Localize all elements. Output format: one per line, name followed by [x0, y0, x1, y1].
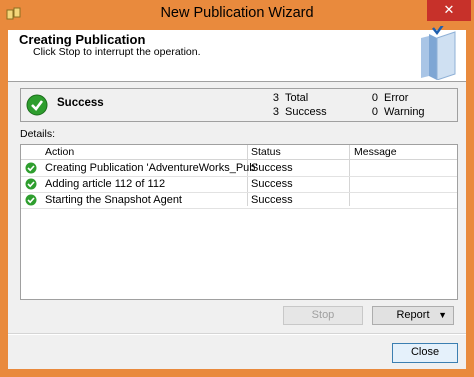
books-icon [421, 26, 456, 80]
report-button[interactable]: Report ▼ [372, 306, 454, 325]
total-label: Total [285, 92, 309, 104]
page-title: Creating Publication [19, 32, 146, 47]
close-button[interactable]: Close [392, 343, 458, 363]
error-label: Error [384, 92, 409, 104]
summary-status: Success [57, 97, 104, 109]
table-row[interactable]: Creating Publication 'AdventureWorks_Pub… [21, 160, 457, 177]
success-count: 3 [272, 106, 279, 118]
success-icon [26, 94, 48, 116]
dropdown-arrow-icon: ▼ [438, 310, 447, 320]
window-close-button[interactable]: ✕ [427, 0, 471, 21]
success-check-icon [25, 178, 37, 190]
table-row[interactable]: Starting the Snapshot Agent Success [21, 192, 457, 209]
stop-button-label: Stop [311, 309, 335, 321]
title-bar[interactable]: New Publication Wizard ✕ [0, 0, 474, 30]
client-area: Creating Publication Click Stop to inter… [8, 26, 466, 369]
wizard-header: Creating Publication Click Stop to inter… [8, 26, 466, 82]
success-label: Success [285, 106, 327, 118]
details-grid[interactable]: Action Status Message Creating Publicati… [20, 144, 458, 300]
row-action: Starting the Snapshot Agent [45, 194, 182, 206]
row-status: Success [251, 162, 293, 174]
row-action: Creating Publication 'AdventureWorks_Pub… [45, 162, 258, 174]
column-header-status[interactable]: Status [251, 146, 281, 158]
close-button-label: Close [410, 346, 440, 358]
summary-panel: Success 3 Total 3 Success 0 Error 0 Warn… [20, 88, 458, 122]
row-status: Success [251, 194, 293, 206]
column-header-message[interactable]: Message [354, 146, 397, 158]
wizard-window: New Publication Wizard ✕ Creating Public… [0, 0, 474, 377]
page-subtitle: Click Stop to interrupt the operation. [33, 46, 201, 58]
error-count: 0 [371, 92, 378, 104]
footer-divider-highlight [8, 334, 466, 335]
column-header-action[interactable]: Action [45, 146, 74, 158]
report-button-label: Report [396, 309, 430, 321]
total-count: 3 [272, 92, 279, 104]
row-action: Adding article 112 of 112 [45, 178, 166, 190]
details-label: Details: [20, 128, 56, 140]
grid-header: Action Status Message [21, 145, 457, 160]
table-row[interactable]: Adding article 112 of 112 Success [21, 176, 457, 193]
success-check-icon [25, 194, 37, 206]
window-title: New Publication Wizard [160, 5, 314, 21]
warning-count: 0 [371, 106, 378, 118]
warning-label: Warning [384, 106, 425, 118]
row-status: Success [251, 178, 293, 190]
success-check-icon [25, 162, 37, 174]
stop-button[interactable]: Stop [283, 306, 363, 325]
